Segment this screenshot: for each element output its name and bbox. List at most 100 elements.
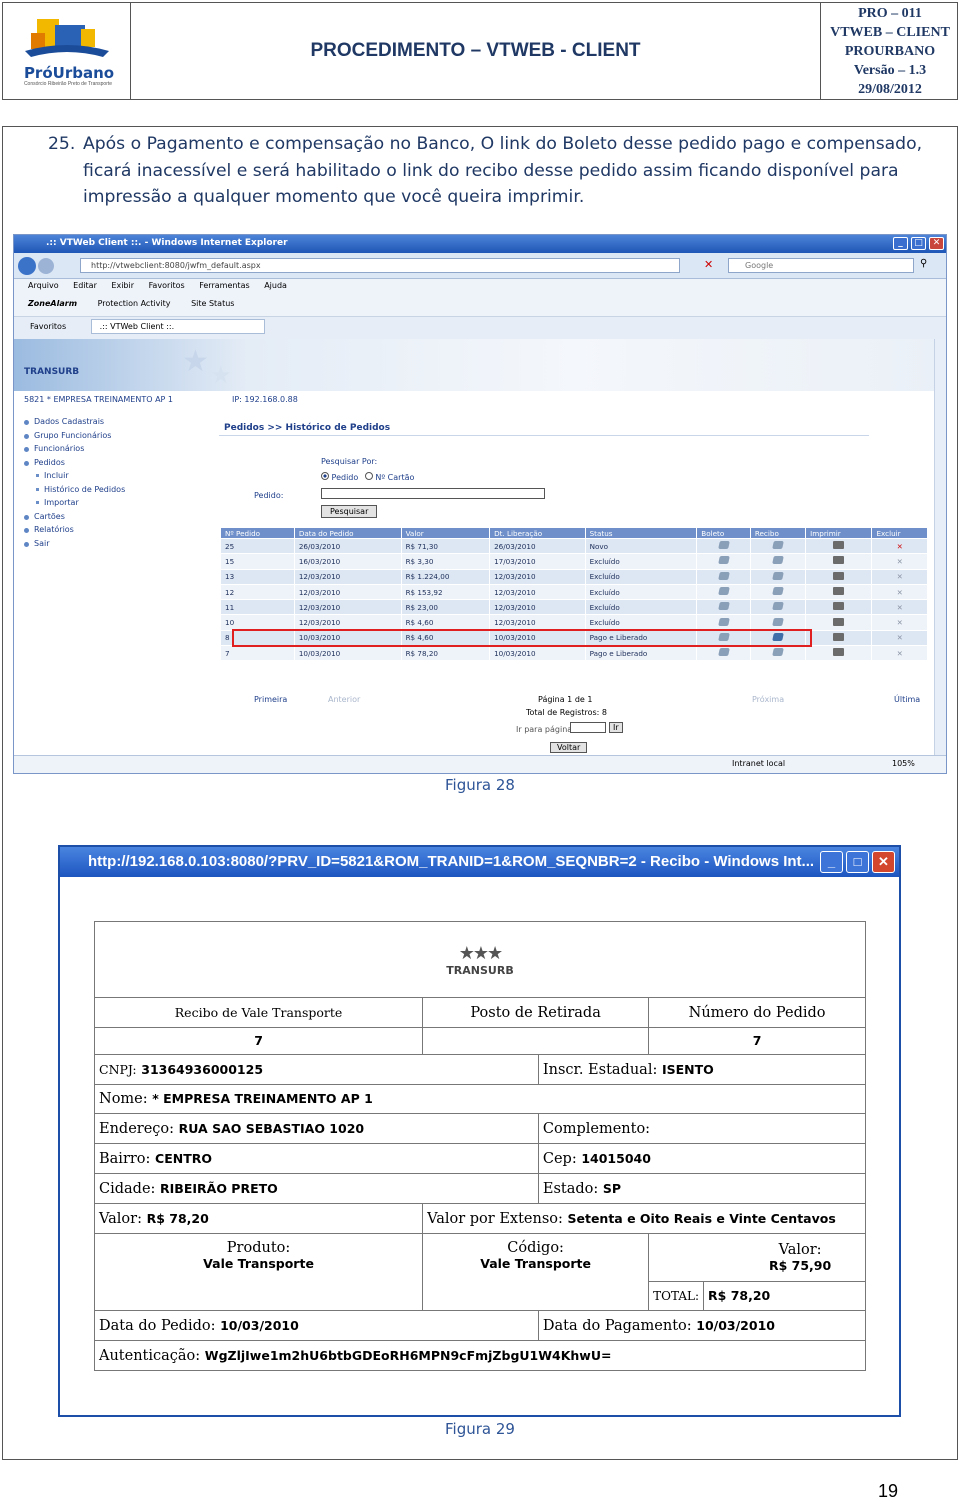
boleto-icon[interactable] [717, 541, 730, 550]
favorites-button[interactable]: Favoritos [30, 322, 66, 331]
table-row: 7 10/03/2010 R$ 78,20 10/03/2010 Pago e Libe… [220, 645, 928, 662]
delete-icon[interactable]: ✕ [897, 603, 903, 612]
recibo-icon[interactable] [772, 571, 784, 580]
nav-item[interactable]: Sair [22, 539, 125, 553]
nav-item[interactable]: Histórico de Pedidos [22, 485, 125, 499]
maximize-icon[interactable]: □ [911, 237, 926, 250]
zoom-level[interactable]: 105% [892, 759, 915, 768]
delete-icon[interactable]: ✕ [897, 557, 903, 566]
cell-valor: R$ 71,30 [400, 537, 491, 555]
cell-lib: 10/03/2010 [489, 645, 586, 662]
zone-label: Intranet local [732, 759, 786, 768]
delete-icon[interactable]: ✕ [897, 633, 903, 642]
cell-valor: R$ 153,92 [400, 583, 491, 601]
excluir-cell: ✕ [871, 583, 928, 601]
stop-icon[interactable]: ✕ [704, 258, 713, 271]
menu-ajuda[interactable]: Ajuda [264, 281, 287, 290]
nav-item[interactable]: Importar [22, 498, 125, 512]
boleto-icon[interactable] [717, 556, 730, 565]
cnpj-label: CNPJ: [99, 1061, 137, 1077]
excluir-cell: ✕ [871, 537, 928, 555]
excluir-cell: ✕ [871, 599, 928, 616]
nav-item[interactable]: Dados Cadastrais [22, 417, 125, 431]
recibo-icon[interactable] [772, 617, 784, 626]
printer-icon[interactable] [833, 556, 845, 565]
recibo-cell [749, 537, 807, 555]
close-icon[interactable]: ✕ [929, 237, 944, 250]
pager-first[interactable]: Primeira [254, 695, 287, 704]
boleto-icon[interactable] [717, 571, 730, 580]
recibo-icon[interactable] [772, 541, 784, 550]
pedido-input[interactable] [321, 488, 545, 499]
menu-exibir[interactable]: Exibir [111, 281, 134, 290]
menu-editar[interactable]: Editar [73, 281, 97, 290]
back-icon[interactable] [18, 257, 36, 275]
printer-icon[interactable] [833, 617, 845, 626]
menu-favoritos[interactable]: Favoritos [149, 281, 185, 290]
delete-icon[interactable]: ✕ [897, 618, 903, 627]
protection-activity-link[interactable]: Protection Activity [98, 299, 171, 308]
recibo-cell [749, 645, 807, 662]
site-status-link[interactable]: Site Status [191, 299, 234, 308]
cell-num: 10 [220, 614, 295, 631]
pager-prev[interactable]: Anterior [328, 695, 360, 704]
delete-icon[interactable]: ✕ [897, 588, 903, 597]
boleto-icon[interactable] [717, 602, 730, 611]
pager-last[interactable]: Última [894, 695, 920, 704]
search-icon[interactable]: ⚲ [920, 258, 927, 269]
recibo-icon[interactable] [772, 556, 784, 565]
browser-tab[interactable]: .:: VTWeb Client ::. [90, 319, 266, 334]
nav-item[interactable]: Pedidos [22, 458, 125, 472]
goto-button[interactable]: Ir [609, 722, 623, 733]
boleto-icon[interactable] [717, 587, 730, 596]
valor2-label: Valor: [778, 1241, 822, 1258]
recibo-title-bar: http://192.168.0.103:8080/?PRV_ID=5821&R… [60, 847, 899, 877]
vertical-scrollbar[interactable] [934, 339, 946, 757]
cell-lib: 26/03/2010 [489, 537, 586, 555]
nav-item[interactable]: Cartões [22, 512, 125, 526]
boleto-icon[interactable] [717, 617, 730, 626]
printer-icon[interactable] [833, 571, 845, 580]
back-button[interactable]: Voltar [550, 742, 588, 753]
nav-item[interactable]: Funcionários [22, 444, 125, 458]
search-button[interactable]: Pesquisar [321, 505, 378, 518]
printer-icon[interactable] [833, 541, 845, 550]
boleto-icon[interactable] [717, 648, 730, 657]
maximize-icon[interactable]: □ [846, 851, 869, 873]
search-field[interactable]: Google [728, 258, 914, 273]
printer-icon[interactable] [833, 587, 845, 596]
data-pagamento-value: 10/03/2010 [696, 1317, 775, 1333]
recibo-icon[interactable] [772, 648, 784, 657]
menu-arquivo[interactable]: Arquivo [28, 281, 59, 290]
meta-date: 29/08/2012 [858, 81, 922, 97]
recibo-cell [749, 583, 807, 601]
recibo-icon[interactable] [772, 587, 784, 596]
nav-item[interactable]: Grupo Funcionários [22, 431, 125, 445]
figure-29-caption: Figura 29 [445, 1420, 515, 1438]
pager-next[interactable]: Próxima [752, 695, 784, 704]
printer-icon[interactable] [833, 632, 845, 641]
excluir-cell: ✕ [871, 568, 928, 585]
printer-icon[interactable] [833, 602, 845, 611]
pedido-label: Pedido: [254, 491, 284, 500]
stars-decoration-icon: ★ ★ [182, 344, 232, 389]
url-field[interactable]: http://vtwebclient:8080/jwfm_default.asp… [80, 258, 680, 273]
imprimir-cell [805, 568, 873, 585]
recibo-cell [749, 614, 807, 631]
goto-input[interactable] [570, 722, 606, 733]
minimize-icon[interactable]: _ [893, 237, 908, 250]
menu-ferramentas[interactable]: Ferramentas [199, 281, 249, 290]
recibo-icon[interactable] [772, 602, 784, 611]
nav-item[interactable]: Relatórios [22, 525, 125, 539]
delete-icon[interactable]: ✕ [897, 649, 903, 658]
radio-cartao[interactable] [364, 472, 373, 480]
delete-icon[interactable]: ✕ [897, 572, 903, 581]
delete-icon[interactable]: ✕ [897, 542, 903, 551]
zonealarm-link[interactable]: ZoneAlarm [28, 299, 77, 308]
forward-icon[interactable] [38, 258, 54, 274]
close-icon[interactable]: ✕ [872, 851, 895, 873]
radio-pedido[interactable] [321, 472, 329, 480]
minimize-icon[interactable]: _ [820, 851, 843, 873]
nav-item[interactable]: Incluir [22, 471, 125, 485]
printer-icon[interactable] [833, 648, 845, 657]
